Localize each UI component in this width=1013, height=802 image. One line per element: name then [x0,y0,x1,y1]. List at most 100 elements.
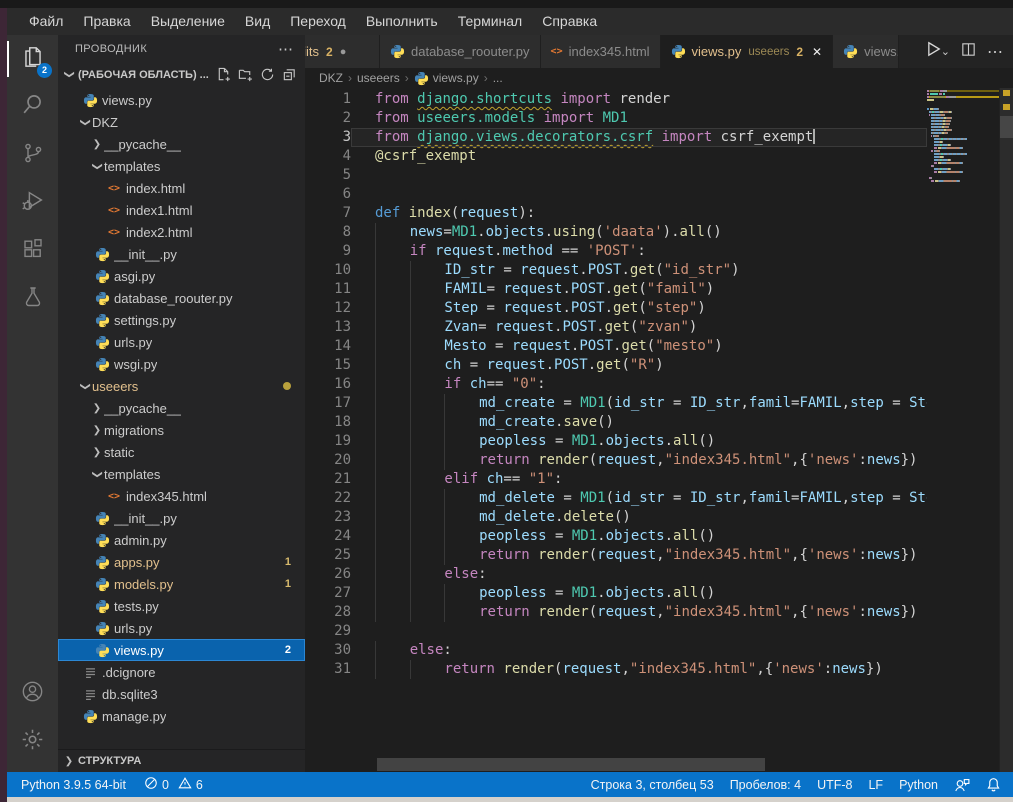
tree-file-asgi.py[interactable]: asgi.py [58,265,305,287]
code-line-19[interactable]: 19peopless = MD1.objects.all() [305,432,927,451]
menu-item-Файл[interactable]: Файл [19,8,73,35]
breadcrumb-item-...[interactable]: ... [493,71,503,85]
breadcrumb-item-DKZ[interactable]: DKZ [319,71,343,85]
python-interpreter-status[interactable]: Python 3.9.5 64-bit [21,778,126,792]
code-viewport[interactable]: 1from django.shortcuts import render2fro… [305,90,927,757]
tree-file-views.py[interactable]: views.py2 [58,639,305,661]
tree-file-tests.py[interactable]: tests.py [58,595,305,617]
code-line-29[interactable]: 29 [305,622,927,641]
tree-folder-__pycache__[interactable]: ❯__pycache__ [58,133,305,155]
tree-file-manage.py[interactable]: manage.py [58,705,305,727]
code-line-1[interactable]: 1from django.shortcuts import render [305,90,927,109]
code-line-21[interactable]: 21elif ch== "1": [305,470,927,489]
code-line-22[interactable]: 22md_delete = MD1(id_str = ID_str,famil=… [305,489,927,508]
tree-file-index2.html[interactable]: <>index2.html [58,221,305,243]
code-line-25[interactable]: 25return render(request,"index345.html",… [305,546,927,565]
menu-item-Переход[interactable]: Переход [280,8,356,35]
problems-status[interactable]: 0 6 [144,776,203,793]
account-activity-button[interactable] [7,670,58,718]
language-mode-status[interactable]: Python [899,778,938,792]
tab-diiits[interactable]: diiits2● [305,35,380,68]
code-line-12[interactable]: 12Step = request.POST.get("step") [305,299,927,318]
collapse-all-icon[interactable] [282,67,297,82]
code-line-14[interactable]: 14Mesto = request.POST.get("mesto") [305,337,927,356]
close-icon[interactable]: ✕ [812,45,822,59]
code-line-20[interactable]: 20return render(request,"index345.html",… [305,451,927,470]
code-line-31[interactable]: 31return render(request,"index345.html",… [305,660,927,679]
tree-file-index1.html[interactable]: <>index1.html [58,199,305,221]
source-control-activity-button[interactable] [7,131,58,179]
tree-file-index345.html[interactable]: <>index345.html [58,485,305,507]
more-actions-button[interactable]: ⋯ [987,42,1003,62]
tree-folder-templates[interactable]: ❯templates [58,155,305,177]
code-line-24[interactable]: 24peopless = MD1.objects.all() [305,527,927,546]
code-line-28[interactable]: 28return render(request,"index345.html",… [305,603,927,622]
breadcrumb-item-views.py[interactable]: views.py [414,71,479,86]
code-line-10[interactable]: 10ID_str = request.POST.get("id_str") [305,261,927,280]
tab-database_roouter.py[interactable]: database_roouter.py [380,35,541,68]
code-line-4[interactable]: 4@csrf_exempt [305,147,927,166]
code-line-6[interactable]: 6 [305,185,927,204]
search-activity-button[interactable] [7,83,58,131]
code-line-18[interactable]: 18md_create.save() [305,413,927,432]
explorer-activity-button[interactable]: 2 [7,35,58,83]
code-line-2[interactable]: 2from useeers.models import MD1 [305,109,927,128]
code-line-15[interactable]: 15ch = request.POST.get("R") [305,356,927,375]
workspace-section-header[interactable]: ❯ (РАБОЧАЯ ОБЛАСТЬ) ... [58,62,305,87]
menu-item-Правка[interactable]: Правка [73,8,140,35]
menu-item-Терминал[interactable]: Терминал [448,8,532,35]
code-line-23[interactable]: 23md_delete.delete() [305,508,927,527]
minimap[interactable] [927,90,1000,757]
tree-file-views.py[interactable]: views.py [58,89,305,111]
menu-item-Справка[interactable]: Справка [532,8,607,35]
explorer-more-actions-icon[interactable]: ⋯ [278,40,293,58]
notifications-bell-icon[interactable] [986,777,1001,792]
testing-activity-button[interactable] [7,275,58,323]
code-line-7[interactable]: 7def index(request): [305,204,927,223]
code-line-11[interactable]: 11FAMIL= request.POST.get("famil") [305,280,927,299]
new-folder-icon[interactable] [238,67,253,82]
tab-index345.html[interactable]: <>index345.html [541,35,661,68]
menu-item-Выполнить[interactable]: Выполнить [356,8,448,35]
breadcrumb-item-useeers[interactable]: useeers [357,71,400,85]
extensions-activity-button[interactable] [7,227,58,275]
tree-file-apps.py[interactable]: apps.py1 [58,551,305,573]
settings-activity-button[interactable] [7,718,58,766]
horizontal-scrollbar-thumb[interactable] [377,758,765,771]
code-line-3[interactable]: 3from django.views.decorators.csrf impor… [305,128,927,147]
tab-views.py[interactable]: views.pyuseeers2✕ [661,35,834,68]
menu-item-Вид[interactable]: Вид [235,8,280,35]
code-line-9[interactable]: 9if request.method == 'POST': [305,242,927,261]
encoding-status[interactable]: UTF-8 [817,778,852,792]
tree-folder-DKZ[interactable]: ❯DKZ [58,111,305,133]
tree-file-settings.py[interactable]: settings.py [58,309,305,331]
code-line-26[interactable]: 26else: [305,565,927,584]
tree-file-admin.py[interactable]: admin.py [58,529,305,551]
run-debug-activity-button[interactable] [7,179,58,227]
code-line-5[interactable]: 5 [305,166,927,185]
tree-folder-migrations[interactable]: ❯migrations [58,419,305,441]
tab-views.py[interactable]: views.py [833,35,899,68]
outline-section-header[interactable]: ❯ СТРУКТУРА [58,749,305,772]
tree-folder-__pycache__[interactable]: ❯__pycache__ [58,397,305,419]
feedback-icon[interactable] [954,777,970,793]
tree-file-database_roouter.py[interactable]: database_roouter.py [58,287,305,309]
eol-status[interactable]: LF [868,778,883,792]
tree-file-.dcignore[interactable]: .dcignore [58,661,305,683]
run-button[interactable]: ⌄ [923,39,950,64]
refresh-icon[interactable] [260,67,275,82]
tree-file-index.html[interactable]: <>index.html [58,177,305,199]
tree-file-models.py[interactable]: models.py1 [58,573,305,595]
code-line-13[interactable]: 13Zvan= request.POST.get("zvan") [305,318,927,337]
tree-file-urls.py[interactable]: urls.py [58,331,305,353]
cursor-position-status[interactable]: Строка 3, столбец 53 [591,778,714,792]
code-line-16[interactable]: 16if ch== "0": [305,375,927,394]
code-line-17[interactable]: 17md_create = MD1(id_str = ID_str,famil=… [305,394,927,413]
indentation-status[interactable]: Пробелов: 4 [730,778,801,792]
tree-file-wsgi.py[interactable]: wsgi.py [58,353,305,375]
tree-folder-static[interactable]: ❯static [58,441,305,463]
code-line-27[interactable]: 27peopless = MD1.objects.all() [305,584,927,603]
tree-file-urls.py[interactable]: urls.py [58,617,305,639]
tree-file-__init__.py[interactable]: __init__.py [58,243,305,265]
tree-file-db.sqlite3[interactable]: db.sqlite3 [58,683,305,705]
